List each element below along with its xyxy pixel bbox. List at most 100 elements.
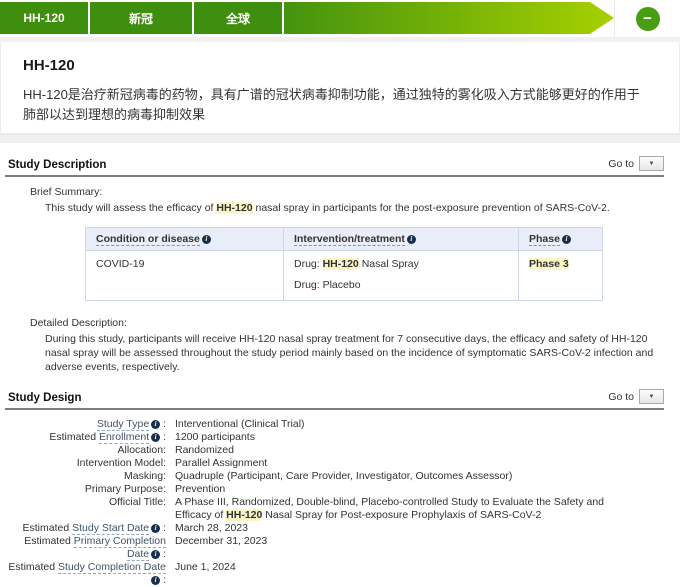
kv-value: Interventional (Clinical Trial): [175, 418, 680, 431]
kv-value: June 1, 2024: [175, 561, 680, 587]
kv-label: Estimated Enrollmenti :: [0, 431, 166, 444]
colon: :: [163, 431, 166, 443]
label-prefix: Estimated: [23, 522, 73, 534]
tag-label: HH-120: [23, 11, 64, 25]
condition-cell: COVID-19: [86, 251, 284, 301]
info-icon[interactable]: i: [151, 550, 160, 559]
caret-down-icon: ▼: [649, 161, 655, 167]
info-icon[interactable]: i: [151, 576, 160, 585]
text-run: nasal spray in participants for the post…: [253, 202, 610, 214]
colon: :: [163, 574, 166, 586]
main-content: Study Description Go to ▼ Brief Summary:…: [0, 143, 680, 587]
breadcrumb-tag-hh120[interactable]: HH-120: [0, 2, 88, 34]
collapse-button[interactable]: −: [636, 7, 660, 31]
divider: [0, 134, 680, 143]
kv-value: December 31, 2023: [175, 535, 680, 561]
condition-header-link[interactable]: Condition or disease: [96, 233, 200, 246]
kv-row-official-title: Official Title: A Phase III, Randomized,…: [0, 496, 680, 522]
kv-label: Official Title:: [0, 496, 166, 522]
kv-value: Quadruple (Participant, Care Provider, I…: [175, 470, 680, 483]
kv-label: Intervention Model:: [0, 457, 166, 470]
info-icon[interactable]: i: [151, 420, 160, 429]
caret-down-icon: ▼: [649, 394, 655, 400]
phase-value: Phase 3: [529, 258, 569, 270]
condition-intervention-table: Condition or diseasei Intervention/treat…: [85, 227, 603, 301]
kv-row-primary-purpose: Primary Purpose: Prevention: [0, 483, 680, 496]
brief-summary-text: This study will assess the efficacy of H…: [45, 201, 666, 215]
minus-icon: −: [643, 10, 652, 27]
kv-row-masking: Masking: Quadruple (Participant, Care Pr…: [0, 470, 680, 483]
study-design-details: Study Typei : Interventional (Clinical T…: [0, 418, 680, 587]
goto-label: Go to: [608, 391, 634, 403]
detailed-description-text: During this study, participants will rec…: [45, 332, 666, 374]
kv-value: Prevention: [175, 483, 680, 496]
col-header-phase: Phasei: [519, 228, 603, 251]
highlighted-term: HH-120: [216, 202, 252, 214]
info-icon[interactable]: i: [202, 235, 211, 244]
label-prefix: Estimated: [49, 431, 99, 443]
breadcrumb-tag-covid[interactable]: 新冠: [90, 2, 192, 34]
kv-value: 1200 participants: [175, 431, 680, 444]
detailed-description-label: Detailed Description:: [30, 317, 680, 329]
kv-label: Estimated Study Start Datei :: [0, 522, 166, 535]
text-run: Nasal Spray for Post-exposure Prophylaxi…: [262, 509, 541, 521]
text-run: This study will assess the efficacy of: [45, 202, 216, 214]
breadcrumb-tag-global[interactable]: 全球: [194, 2, 282, 34]
colon: :: [163, 548, 166, 560]
col-header-intervention: Intervention/treatmenti: [284, 228, 519, 251]
kv-value: March 28, 2023: [175, 522, 680, 535]
phase-cell: Phase 3: [519, 251, 603, 301]
highlighted-term: HH-120: [323, 258, 359, 270]
section-title: Study Description: [8, 159, 106, 171]
text-run: Drug:: [294, 258, 323, 270]
col-header-condition: Condition or diseasei: [86, 228, 284, 251]
kv-row-intervention-model: Intervention Model: Parallel Assignment: [0, 457, 680, 470]
goto-control: Go to ▼: [608, 389, 664, 404]
brief-summary-label: Brief Summary:: [30, 186, 680, 198]
colon: :: [163, 522, 166, 534]
goto-dropdown[interactable]: ▼: [639, 156, 664, 171]
info-icon[interactable]: i: [407, 235, 416, 244]
study-design-section-header: Study Design Go to ▼: [5, 389, 664, 410]
info-icon[interactable]: i: [151, 524, 160, 533]
kv-value: Randomized: [175, 444, 680, 457]
study-start-date-link[interactable]: Study Start Date: [72, 522, 149, 535]
enrollment-link[interactable]: Enrollment: [99, 431, 149, 444]
breadcrumb: HH-120 新冠 全球: [0, 0, 614, 37]
goto-control: Go to ▼: [608, 156, 664, 171]
kv-label: Estimated Study Completion Date i :: [0, 561, 166, 587]
kv-row-start-date: Estimated Study Start Datei : March 28, …: [0, 522, 680, 535]
kv-row-primary-completion-date: Estimated Primary Completion Datei : Dec…: [0, 535, 680, 561]
tag-label: 新冠: [129, 10, 153, 27]
breadcrumb-bar: HH-120 新冠 全球 −: [0, 0, 680, 37]
highlighted-term: HH-120: [226, 509, 262, 521]
kv-label: Masking:: [0, 470, 166, 483]
kv-value: A Phase III, Randomized, Double-blind, P…: [175, 496, 680, 522]
goto-dropdown[interactable]: ▼: [639, 389, 664, 404]
intervention-item: Drug: Placebo: [294, 279, 508, 291]
label-prefix: Estimated: [8, 561, 58, 573]
study-type-link[interactable]: Study Type: [97, 418, 149, 431]
text-run: Nasal Spray: [359, 258, 419, 270]
label-prefix: Estimated: [24, 535, 74, 547]
study-completion-date-link[interactable]: Study Completion Date: [58, 561, 166, 574]
study-description-cn: HH-120是治疗新冠病毒的药物，具有广谱的冠状病毒抑制功能，通过独特的雾化吸入…: [23, 85, 649, 125]
colon: :: [163, 418, 166, 430]
kv-row-study-completion-date: Estimated Study Completion Date i : June …: [0, 561, 680, 587]
info-icon[interactable]: i: [562, 235, 571, 244]
kv-value: Parallel Assignment: [175, 457, 680, 470]
phase-header-link[interactable]: Phase: [529, 233, 560, 246]
breadcrumb-arrow-shape: [284, 2, 614, 34]
table-header-row: Condition or diseasei Intervention/treat…: [86, 228, 603, 251]
intervention-header-link[interactable]: Intervention/treatment: [294, 233, 405, 246]
kv-row-allocation: Allocation: Randomized: [0, 444, 680, 457]
collapse-area: −: [614, 0, 680, 37]
table-row: COVID-19 Drug: HH-120 Nasal Spray Drug: …: [86, 251, 603, 301]
kv-label: Allocation:: [0, 444, 166, 457]
section-title: Study Design: [8, 392, 81, 404]
tag-label: 全球: [226, 10, 250, 27]
info-icon[interactable]: i: [151, 433, 160, 442]
study-description-section-header: Study Description Go to ▼: [5, 156, 664, 177]
page-title: HH-120: [23, 57, 649, 74]
kv-label: Estimated Primary Completion Datei :: [0, 535, 166, 561]
